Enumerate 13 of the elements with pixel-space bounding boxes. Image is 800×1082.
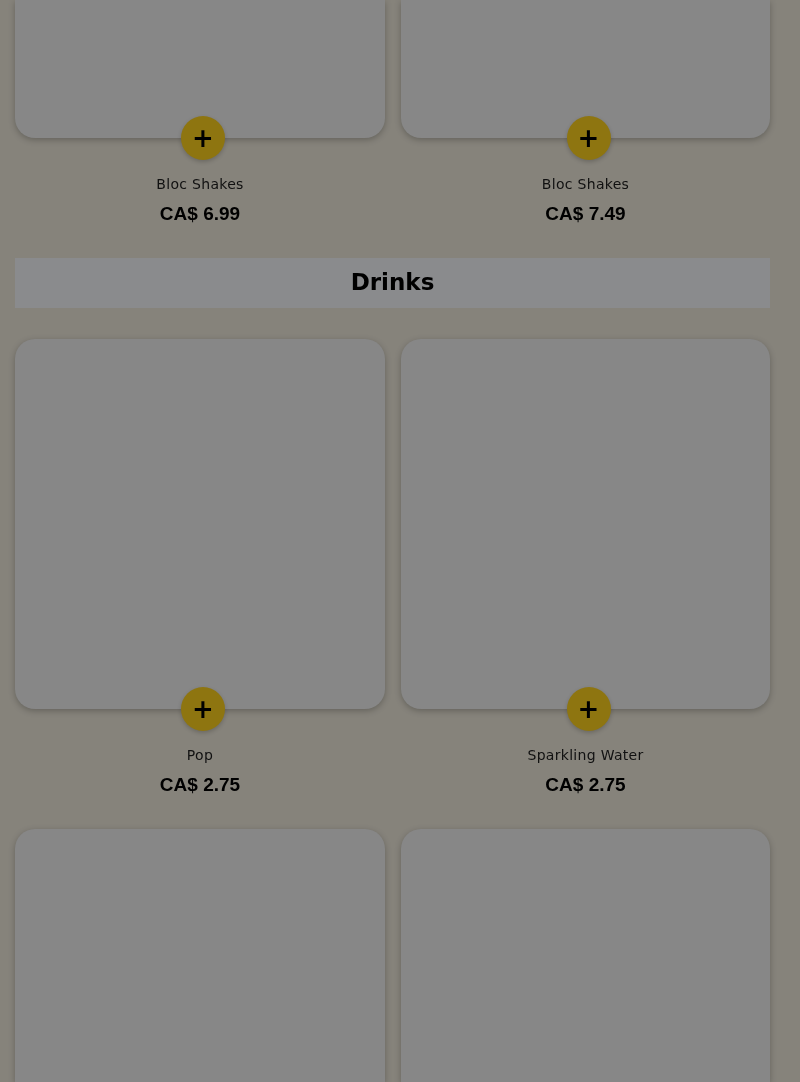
add-button[interactable]: + (181, 687, 225, 731)
product-price: CA$ 2.75 (545, 774, 626, 796)
section-header: Drinks (15, 258, 770, 308)
product-card[interactable] (401, 829, 770, 1082)
product-name: Pop (186, 747, 214, 763)
product-price: CA$ 6.99 (159, 203, 241, 225)
product-name: Bloc Shakes (541, 176, 630, 192)
product-name: Sparkling Water (527, 747, 644, 763)
add-button[interactable]: + (181, 116, 225, 160)
product-price: CA$ 7.49 (545, 203, 626, 225)
product-name: Bloc Shakes (156, 176, 244, 192)
product-price: CA$ 2.75 (159, 774, 241, 796)
product-card[interactable] (15, 829, 385, 1082)
